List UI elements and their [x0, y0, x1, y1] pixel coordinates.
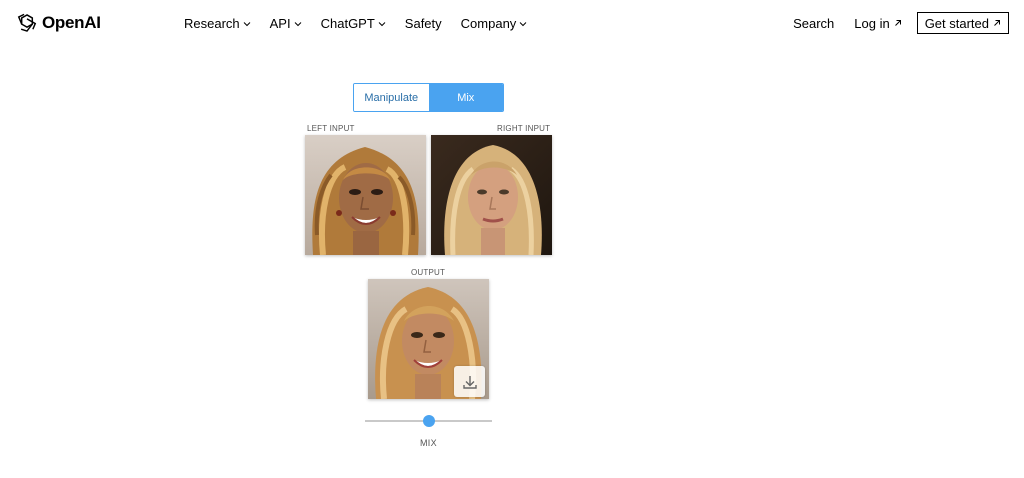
- nav-item-api[interactable]: API: [270, 16, 302, 31]
- logo-text: OpenAI: [42, 13, 101, 32]
- nav-item-chatgpt[interactable]: ChatGPT: [321, 16, 386, 31]
- right-input-label: RIGHT INPUT: [497, 124, 551, 133]
- nav-item-research[interactable]: Research: [184, 16, 251, 31]
- nav-label: Research: [184, 16, 240, 31]
- right-input-image[interactable]: [431, 135, 552, 255]
- nav-item-safety[interactable]: Safety: [405, 16, 442, 31]
- download-button[interactable]: [454, 366, 485, 397]
- chevron-down-icon: [378, 21, 386, 26]
- openai-logo[interactable]: OpenAI: [16, 12, 101, 34]
- get-started-label: Get started: [924, 15, 989, 31]
- login-link[interactable]: Log in: [854, 16, 901, 31]
- output-label: OUTPUT: [411, 268, 446, 277]
- chevron-down-icon: [243, 21, 250, 26]
- login-label: Log in: [854, 15, 890, 31]
- left-input-label: LEFT INPUT: [307, 124, 355, 133]
- nav-item-company[interactable]: Company: [461, 16, 528, 31]
- tab-manipulate[interactable]: Manipulate: [354, 84, 429, 111]
- search-link[interactable]: Search: [793, 16, 834, 31]
- chevron-down-icon: [519, 21, 527, 26]
- header-actions: Search Log in Get started: [793, 12, 1009, 34]
- mode-tabs: Manipulate Mix: [353, 83, 504, 112]
- get-started-button[interactable]: Get started: [916, 12, 1009, 34]
- nav-label: Safety: [404, 16, 442, 31]
- openai-logo-icon: [16, 12, 38, 34]
- nav-label: API: [269, 16, 291, 31]
- main-nav: Research API ChatGPT Safety Company: [184, 16, 527, 31]
- left-input-image[interactable]: [305, 135, 426, 255]
- chevron-down-icon: [294, 21, 301, 26]
- nav-label: Company: [460, 16, 517, 31]
- mix-slider-thumb[interactable]: [423, 415, 435, 427]
- nav-label: ChatGPT: [320, 16, 375, 31]
- tab-mix[interactable]: Mix: [428, 84, 503, 111]
- arrow-up-right-icon: [894, 20, 901, 26]
- arrow-up-right-icon: [994, 20, 1000, 26]
- download-icon: [462, 375, 477, 389]
- mix-slider-label: MIX: [420, 438, 437, 448]
